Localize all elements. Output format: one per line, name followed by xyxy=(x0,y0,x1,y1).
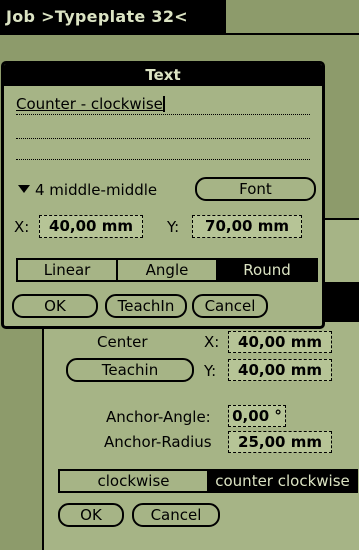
text-input-underline-3 xyxy=(16,159,310,160)
text-dialog: Text Counter - clockwise 4 middle-middle… xyxy=(1,61,325,329)
mode-angle[interactable]: Angle xyxy=(118,260,218,280)
text-input-value: Counter - clockwise xyxy=(16,95,163,113)
window-title: Job >Typeplate 32< xyxy=(0,0,226,34)
title-divider xyxy=(0,33,359,35)
alignment-value: 4 middle-middle xyxy=(35,181,158,199)
direction-counter-clockwise[interactable]: counter clockwise xyxy=(209,471,356,491)
round-ok-button[interactable]: OK xyxy=(58,503,124,527)
direction-selector: clockwise counter clockwise xyxy=(58,469,358,493)
text-input-underline-1 xyxy=(16,114,310,115)
font-button[interactable]: Font xyxy=(195,177,316,201)
dropdown-arrow-icon xyxy=(18,185,30,193)
round-teachin-button[interactable]: Teachin xyxy=(66,358,194,382)
text-y-field[interactable]: 70,00 mm xyxy=(192,215,302,238)
anchor-radius-label: Anchor-Radius xyxy=(104,433,212,451)
round-y-field[interactable]: 40,00 mm xyxy=(228,359,332,381)
cancel-button[interactable]: Cancel xyxy=(192,294,268,318)
text-input-underline-2 xyxy=(16,138,310,139)
mode-linear[interactable]: Linear xyxy=(18,260,118,280)
text-dialog-title: Text xyxy=(4,64,322,86)
ok-button[interactable]: OK xyxy=(12,294,98,318)
center-label: Center xyxy=(97,333,148,351)
mode-selector: Linear Angle Round xyxy=(16,258,318,282)
round-cancel-button[interactable]: Cancel xyxy=(132,503,220,527)
mode-round[interactable]: Round xyxy=(218,260,316,280)
round-x-label: X: xyxy=(204,333,220,351)
text-input[interactable]: Counter - clockwise xyxy=(16,95,165,113)
round-y-label: Y: xyxy=(204,362,217,380)
anchor-angle-label: Anchor-Angle: xyxy=(106,408,211,426)
anchor-angle-field[interactable]: 0,00 ° xyxy=(228,405,286,427)
teachin-button[interactable]: TeachIn xyxy=(105,294,187,318)
text-cursor xyxy=(162,96,165,112)
anchor-radius-field[interactable]: 25,00 mm xyxy=(228,431,332,453)
text-x-label: X: xyxy=(14,218,30,236)
alignment-dropdown[interactable]: 4 middle-middle xyxy=(18,180,157,200)
direction-clockwise[interactable]: clockwise xyxy=(60,471,209,491)
text-x-field[interactable]: 40,00 mm xyxy=(39,215,143,238)
round-x-field[interactable]: 40,00 mm xyxy=(228,331,332,353)
text-y-label: Y: xyxy=(167,218,180,236)
